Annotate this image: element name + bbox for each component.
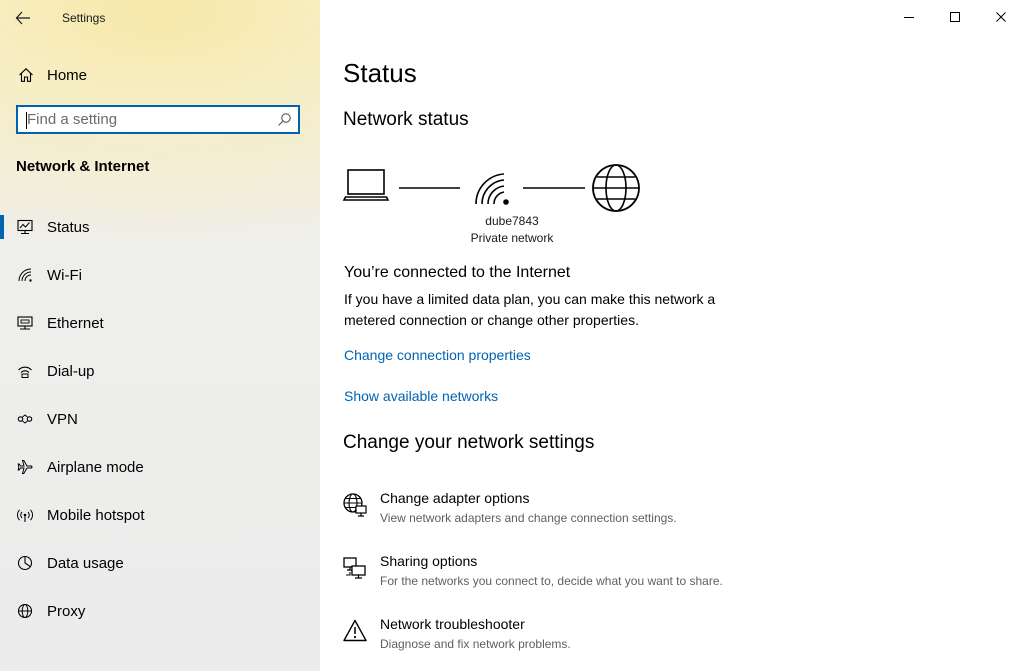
proxy-icon	[16, 602, 34, 620]
vpn-icon	[16, 410, 34, 428]
ethernet-icon	[16, 314, 34, 332]
nav-home-label: Home	[47, 66, 88, 84]
airplane-icon	[16, 458, 34, 476]
wifi-icon	[16, 266, 34, 284]
setting-description: For the networks you connect to, decide …	[380, 574, 723, 588]
network-name: dube7843	[485, 214, 539, 228]
network-type: Private network	[470, 231, 554, 245]
warning-icon	[342, 618, 368, 644]
app-title: Settings	[62, 11, 106, 25]
search-input[interactable]	[27, 110, 267, 129]
hotspot-icon	[16, 506, 34, 524]
close-button[interactable]	[978, 1, 1024, 33]
back-button[interactable]	[8, 5, 38, 31]
section-title: Network & Internet	[16, 158, 150, 175]
sidebar-item-hotspot[interactable]: Mobile hotspot	[0, 491, 320, 539]
sidebar-item-label: Proxy	[47, 602, 86, 620]
sharing-options[interactable]: Sharing options For the networks you con…	[342, 553, 982, 597]
sidebar-item-data-usage[interactable]: Data usage	[0, 539, 320, 587]
sidebar-item-proxy[interactable]: Proxy	[0, 587, 320, 635]
setting-title: Network troubleshooter	[380, 616, 525, 632]
sidebar-item-status[interactable]: Status	[0, 203, 320, 251]
setting-title: Change adapter options	[380, 490, 530, 506]
sidebar-item-vpn[interactable]: VPN	[0, 395, 320, 443]
status-icon	[16, 218, 34, 236]
setting-title: Sharing options	[380, 553, 478, 569]
nav-home[interactable]: Home	[0, 60, 320, 90]
minimize-icon	[904, 17, 914, 18]
sidebar-item-label: Airplane mode	[47, 458, 144, 476]
minimize-button[interactable]	[886, 1, 932, 33]
show-available-networks-link[interactable]: Show available networks	[344, 388, 498, 404]
globe-icon	[592, 164, 640, 212]
back-arrow-icon	[15, 11, 30, 25]
sidebar-item-wifi[interactable]: Wi-Fi	[0, 251, 320, 299]
home-icon	[17, 66, 35, 84]
network-diagram-graphic	[342, 164, 640, 212]
network-status-heading: Network status	[343, 109, 469, 130]
sidebar-item-dialup[interactable]: Dial-up	[0, 347, 320, 395]
wifi-signal-icon	[475, 173, 509, 205]
settings-window: Settings Home Network & Internet	[0, 0, 1024, 671]
maximize-icon	[950, 12, 960, 22]
search-icon[interactable]	[276, 112, 292, 128]
sidebar-item-label: Mobile hotspot	[47, 506, 145, 524]
adapter-globe-icon	[342, 492, 368, 518]
caption-controls	[886, 1, 1024, 33]
setting-description: View network adapters and change connect…	[380, 511, 677, 525]
close-icon	[996, 12, 1006, 22]
sidebar-item-label: Data usage	[47, 554, 124, 572]
setting-description: Diagnose and fix network problems.	[380, 637, 571, 651]
page-title: Status	[343, 58, 417, 88]
sidebar-item-airplane[interactable]: Airplane mode	[0, 443, 320, 491]
connection-status-description: If you have a limited data plan, you can…	[344, 291, 716, 328]
network-troubleshooter[interactable]: Network troubleshooter Diagnose and fix …	[342, 616, 982, 660]
sidebar-item-label: Dial-up	[47, 362, 95, 380]
sidebar-item-label: Ethernet	[47, 314, 104, 332]
sidebar-item-label: Status	[47, 218, 90, 236]
sidebar-item-ethernet[interactable]: Ethernet	[0, 299, 320, 347]
sidebar-item-label: VPN	[47, 410, 78, 428]
main-content: Status Network status dube7843 Private n…	[320, 0, 1024, 671]
sharing-icon	[342, 555, 368, 581]
change-adapter-options[interactable]: Change adapter options View network adap…	[342, 490, 982, 534]
data-usage-icon	[16, 554, 34, 572]
dialup-icon	[16, 362, 34, 380]
nav-list: Status Wi-Fi Ethernet Dial-up VPN Airpla…	[0, 203, 320, 635]
sidebar: Settings Home Network & Internet	[0, 0, 320, 671]
connection-status-title: You’re connected to the Internet	[344, 264, 571, 281]
change-settings-heading: Change your network settings	[343, 432, 595, 453]
text-caret	[26, 112, 27, 129]
sidebar-item-label: Wi-Fi	[47, 266, 82, 284]
search-box[interactable]	[16, 105, 300, 134]
maximize-button[interactable]	[932, 1, 978, 33]
laptop-icon	[342, 169, 390, 201]
network-diagram: dube7843 Private network	[342, 164, 652, 254]
change-connection-properties-link[interactable]: Change connection properties	[344, 347, 531, 363]
